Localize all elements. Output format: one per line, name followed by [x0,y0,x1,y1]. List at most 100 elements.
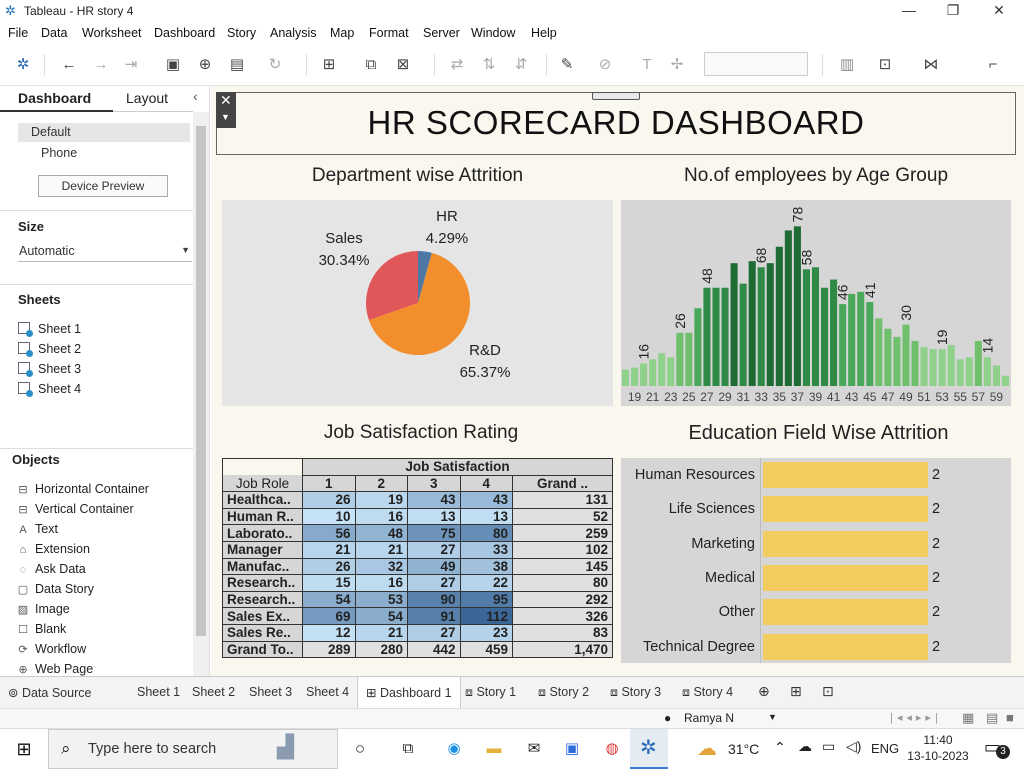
row-total-cell[interactable]: 102 [512,540,613,559]
age-bar[interactable] [848,293,856,386]
menu-format[interactable]: Format [369,26,409,40]
age-bar[interactable] [676,332,684,386]
heatmap-cell[interactable]: 43 [407,491,461,509]
file-explorer-icon[interactable]: ▬ [482,737,506,761]
age-bar[interactable] [956,359,964,386]
sheet-item-4[interactable]: Sheet 4 [18,382,81,397]
row-total-cell[interactable]: 326 [512,607,613,625]
heatmap-cell[interactable]: 22 [459,574,513,592]
tab-sheet-3[interactable]: Sheet 3 [249,685,292,699]
heatmap-cell[interactable]: 21 [354,540,408,559]
age-bar[interactable] [929,349,937,386]
group-members-icon[interactable]: ⊘ [594,54,616,76]
heatmap-cell[interactable]: 90 [407,590,461,609]
age-bar[interactable] [857,291,865,386]
view-sorter-icon[interactable]: ▦ [962,710,974,726]
temperature[interactable]: 31°C [728,741,759,757]
object-web-page[interactable]: ⊕ Web Page [16,662,93,676]
heatmap-cell[interactable]: 27 [407,574,461,592]
cortana-icon[interactable]: ○ [348,737,372,761]
new-dashboard-tab-icon[interactable]: ⊞ [790,683,802,700]
grand-total-cell[interactable]: 459 [459,640,513,659]
edu-chart-pane[interactable] [621,458,1011,663]
age-bar[interactable] [658,353,666,386]
heatmap-cell[interactable]: 13 [407,507,461,526]
share-icon[interactable]: ⋈ [920,54,942,76]
menu-analysis[interactable]: Analysis [270,26,317,40]
tab-sheet-1[interactable]: Sheet 1 [137,685,180,699]
heatmap-cell[interactable]: 80 [459,524,513,542]
object-image[interactable]: ▨ Image [16,602,70,616]
age-bar[interactable] [631,367,639,386]
undo-icon[interactable]: ← [58,54,80,76]
heatmap-cell[interactable]: 54 [302,590,356,609]
menu-map[interactable]: Map [330,26,354,40]
menu-data[interactable]: Data [41,26,67,40]
heatmap-cell[interactable]: 19 [354,491,408,509]
new-worksheet-tab-icon[interactable]: ⊕ [758,683,770,700]
age-bar[interactable] [757,267,765,386]
drag-handle[interactable] [592,92,640,100]
device-option-default[interactable]: Default [18,123,190,142]
new-data-source-icon[interactable]: ⊕ [194,54,216,76]
heatmap-cell[interactable]: 54 [354,607,408,625]
row-total-cell[interactable]: 131 [512,491,613,509]
device-preview-button[interactable]: Device Preview [38,175,168,197]
tab-story-3[interactable]: ⧈ Story 3 [610,685,661,700]
age-bar[interactable] [911,340,919,386]
row-total-cell[interactable]: 52 [512,507,613,526]
sort-descending-icon[interactable]: ⇵ [510,54,532,76]
heatmap-cell[interactable]: 69 [302,607,356,625]
tab-sheet-4[interactable]: Sheet 4 [306,685,349,699]
clock-time[interactable]: 11:40 [912,733,964,747]
sheet-item-2[interactable]: Sheet 2 [18,342,81,357]
new-worksheet-icon[interactable]: ⊞ [318,54,340,76]
heatmap-cell[interactable]: 112 [459,607,513,625]
age-bar[interactable] [938,349,946,386]
age-bar[interactable] [839,304,847,386]
windows-start-icon[interactable]: ⊞ [12,737,36,761]
row-total-cell[interactable]: 145 [512,557,613,576]
weather-icon[interactable]: ☁ [694,737,720,761]
refresh-icon[interactable]: ↻ [264,54,286,76]
chrome-icon[interactable]: ◍ [600,737,624,761]
sheet-item-1[interactable]: Sheet 1 [18,322,81,337]
highlight-icon[interactable]: ✎ [556,54,578,76]
age-bar[interactable] [739,283,747,386]
heatmap-cell[interactable]: 13 [459,507,513,526]
row-total-cell[interactable]: 83 [512,623,613,642]
duplicate-sheet-icon[interactable]: ⧉ [360,54,382,76]
menu-server[interactable]: Server [423,26,460,40]
job-satisfaction-table[interactable]: Job Satisfaction Job Role 1 2 3 4 Grand … [222,458,613,659]
tabs-view-icon[interactable]: ■ [1006,710,1014,725]
mail-icon[interactable]: ✉ [522,737,546,761]
object-text[interactable]: A Text [16,522,58,536]
menu-story[interactable]: Story [227,26,256,40]
filmstrip-icon[interactable]: ▤ [986,710,998,726]
tableau-taskbar-button[interactable]: ✲ [630,729,668,769]
volume-icon[interactable]: ◁) [846,738,861,755]
heatmap-cell[interactable]: 12 [302,623,356,642]
object-extension[interactable]: ⌂ Extension [16,542,90,556]
heatmap-cell[interactable]: 10 [302,507,356,526]
grand-total-cell[interactable]: 289 [302,640,356,659]
age-bar[interactable] [902,324,910,386]
age-bar[interactable] [947,345,955,386]
grand-total-cell[interactable]: 442 [407,640,461,659]
age-bar[interactable] [748,261,756,386]
heatmap-cell[interactable]: 27 [407,540,461,559]
tab-data-source[interactable]: ⊚ Data Source [8,685,91,700]
age-bar[interactable] [685,332,693,386]
tab-layout[interactable]: Layout [113,86,193,112]
heatmap-cell[interactable]: 56 [302,524,356,542]
fix-axes-icon[interactable]: ✢ [666,54,688,76]
edu-bar-other[interactable] [763,599,928,625]
new-story-tab-icon[interactable]: ⊡ [822,683,834,700]
age-bar[interactable] [983,357,991,386]
network-icon[interactable]: ▭ [822,738,835,755]
heatmap-cell[interactable]: 15 [302,574,356,592]
collapse-panel-icon[interactable]: ‹ [193,88,198,104]
age-bar[interactable] [775,246,783,386]
edu-bar-life-sciences[interactable] [763,496,928,522]
save-icon[interactable]: ▣ [162,54,184,76]
